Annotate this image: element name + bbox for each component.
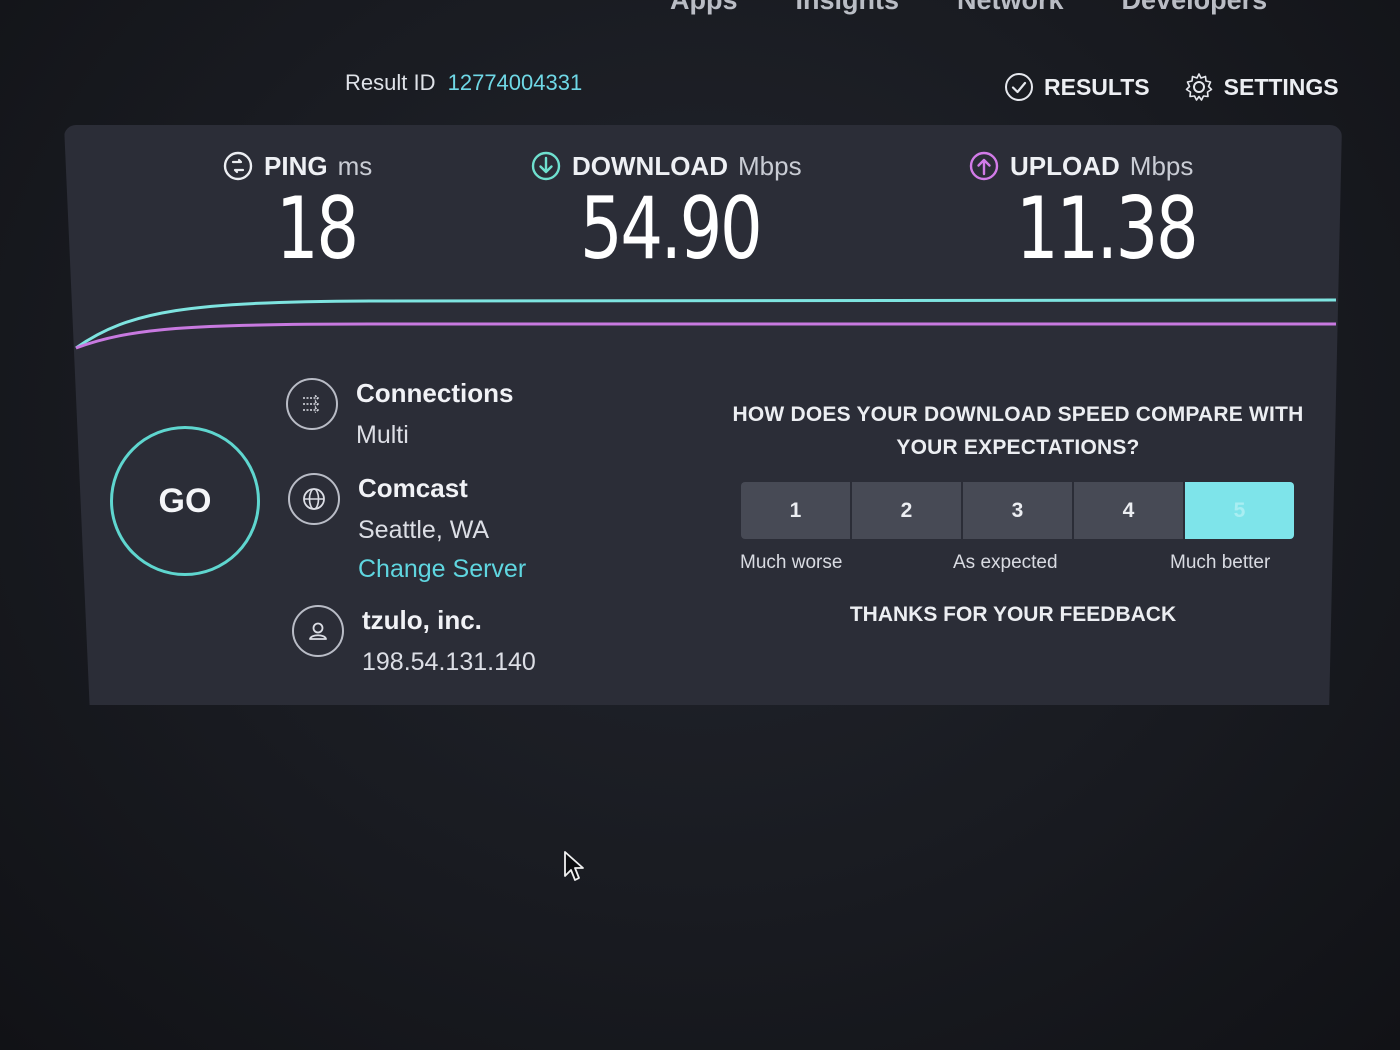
ping-metric: PING ms 18 <box>222 150 379 272</box>
feedback-thanks: THANKS FOR YOUR FEEDBACK <box>849 603 1177 626</box>
go-button[interactable]: GO <box>110 426 260 576</box>
upload-arrow-icon <box>969 151 999 181</box>
server-info: Comcast Seattle, WA Change Server <box>288 473 526 584</box>
rating-option-3[interactable]: 3 <box>963 482 1072 539</box>
isp-name: Comcast <box>358 473 468 503</box>
globe-icon <box>303 488 325 510</box>
checkmark-circle-icon <box>1005 73 1033 101</box>
rating-label-high: Much better <box>1170 552 1271 573</box>
host-info: tzulo, inc. 198.54.131.140 <box>292 605 536 677</box>
results-button[interactable]: RESULTS <box>1004 72 1150 102</box>
globe-icon-wrap <box>288 473 340 525</box>
download-header: DOWNLOAD Mbps <box>530 150 811 182</box>
download-arrow-icon <box>531 151 561 181</box>
change-server-link[interactable]: Change Server <box>358 555 526 584</box>
connections-value: Multi <box>356 421 409 449</box>
connections-icon <box>286 378 338 430</box>
rating-option-1[interactable]: 1 <box>741 482 850 539</box>
rating-option-5[interactable]: 5 <box>1185 482 1294 539</box>
header-links: RESULTS SETTINGS <box>1004 72 1339 102</box>
rating-option-4[interactable]: 4 <box>1074 482 1183 539</box>
upload-label: UPLOAD <box>1010 150 1120 181</box>
nav-developers[interactable]: Developers <box>1122 0 1268 16</box>
results-label: RESULTS <box>1044 73 1150 100</box>
download-metric: DOWNLOAD Mbps 54.90 <box>530 150 811 272</box>
upload-metric: UPLOAD Mbps 11.38 <box>968 150 1247 272</box>
top-navigation: Apps Insights Network Developers <box>670 0 1400 16</box>
user-icon-wrap <box>292 605 344 657</box>
multi-arrows-icon <box>303 394 320 414</box>
user-icon <box>309 622 327 640</box>
ping-header: PING ms <box>222 150 379 182</box>
server-location: Seattle, WA <box>358 516 490 544</box>
connections-info: Connections Multi <box>286 378 513 450</box>
settings-button[interactable]: SETTINGS <box>1184 72 1339 102</box>
result-id-value[interactable]: 12774004331 <box>448 70 583 95</box>
result-id-label: Result ID <box>345 70 436 95</box>
upload-unit: Mbps <box>1129 150 1194 181</box>
rating-label-mid: As expected <box>953 552 1058 573</box>
result-id: Result ID 12774004331 <box>345 70 582 96</box>
upload-graph-line <box>75 322 1336 350</box>
gear-icon <box>1185 73 1212 101</box>
nav-apps[interactable]: Apps <box>670 0 738 16</box>
ping-unit: ms <box>337 150 373 181</box>
host-ip: 198.54.131.140 <box>362 648 536 676</box>
nav-insights[interactable]: Insights <box>796 0 900 16</box>
ping-value: 18 <box>276 179 359 279</box>
settings-label: SETTINGS <box>1223 73 1339 100</box>
download-label: DOWNLOAD <box>572 150 728 181</box>
rating-label-low: Much worse <box>740 552 843 573</box>
speed-graph <box>75 298 1337 350</box>
upload-header: UPLOAD Mbps <box>968 150 1247 182</box>
upload-value: 11.38 <box>1016 179 1199 279</box>
ping-icon <box>223 151 253 181</box>
download-unit: Mbps <box>737 150 802 181</box>
host-name: tzulo, inc. <box>362 605 482 635</box>
rating-scale: 1 2 3 4 5 <box>741 482 1294 539</box>
connections-label: Connections <box>356 378 514 408</box>
download-value: 54.90 <box>580 179 763 279</box>
rating-option-2[interactable]: 2 <box>852 482 961 539</box>
mouse-cursor-icon <box>564 851 584 881</box>
nav-network[interactable]: Network <box>957 0 1064 16</box>
ping-label: PING <box>264 150 328 181</box>
feedback-question: HOW DOES YOUR DOWNLOAD SPEED COMPARE WIT… <box>732 403 1304 459</box>
